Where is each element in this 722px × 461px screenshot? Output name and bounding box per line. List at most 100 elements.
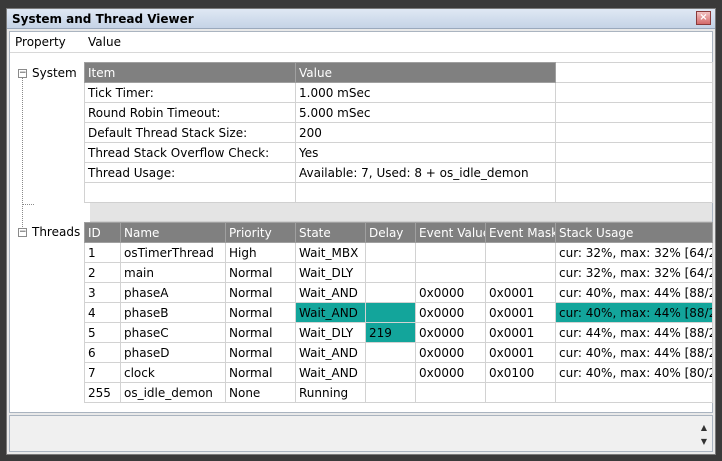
thread-name-cell: os_idle_demon <box>120 382 226 403</box>
thread-priority-cell: Normal <box>225 342 296 363</box>
thread-state-cell: Running <box>295 382 366 403</box>
thread-priority-cell: Normal <box>225 262 296 283</box>
thread-id-cell: 4 <box>84 302 121 323</box>
thread-delay-cell-highlighted <box>365 302 416 323</box>
thread-delay-cell-highlighted: 219 <box>365 322 416 343</box>
thread-priority-cell: Normal <box>225 362 296 383</box>
table-row[interactable]: 255 os_idle_demon None Running <box>84 382 713 403</box>
column-header: Property Value <box>10 32 712 53</box>
thread-name-cell: main <box>120 262 226 283</box>
table-row[interactable]: Round Robin Timeout: 5.000 mSec <box>84 102 713 123</box>
thread-name-cell: phaseD <box>120 342 226 363</box>
property-column-header[interactable]: Property <box>15 35 66 49</box>
system-col-value: Value <box>295 62 556 83</box>
system-value-cell: 1.000 mSec <box>295 82 556 103</box>
table-row[interactable]: 7 clock Normal Wait_AND 0x0000 0x0100 cu… <box>84 362 713 383</box>
thread-event-value-cell <box>415 382 486 403</box>
thread-event-mask-cell: 0x0001 <box>485 322 556 343</box>
thread-delay-cell <box>365 362 416 383</box>
thread-stack-usage-cell-highlighted: cur: 40%, max: 44% [88/200] <box>555 302 713 323</box>
thread-priority-cell: None <box>225 382 296 403</box>
thread-state-cell: Wait_AND <box>295 282 366 303</box>
thread-stack-usage-cell: cur: 40%, max: 44% [88/200] <box>555 282 713 303</box>
close-icon[interactable]: × <box>696 11 711 25</box>
thread-id-cell: 5 <box>84 322 121 343</box>
thread-stack-usage-cell: cur: 32%, max: 32% [64/200] <box>555 242 713 263</box>
empty-cell <box>555 82 713 103</box>
thread-priority-cell: Normal <box>225 322 296 343</box>
thread-id-cell: 2 <box>84 262 121 283</box>
thread-event-value-cell <box>415 242 486 263</box>
thread-event-mask-cell: 0x0001 <box>485 302 556 323</box>
table-row[interactable]: Thread Stack Overflow Check: Yes <box>84 142 713 163</box>
thread-stack-usage-cell <box>555 382 713 403</box>
system-item-cell: Thread Stack Overflow Check: <box>84 142 296 163</box>
threads-table: ID Name Priority State Delay Event Value… <box>84 222 713 403</box>
system-item-cell: Thread Usage: <box>84 162 296 183</box>
thread-stack-usage-cell: cur: 40%, max: 40% [80/200] <box>555 362 713 383</box>
system-item-cell: Tick Timer: <box>84 82 296 103</box>
thread-stack-usage-cell: cur: 32%, max: 32% [64/200] <box>555 262 713 283</box>
system-thread-viewer-window: System and Thread Viewer × Property Valu… <box>6 8 716 455</box>
thread-name-cell: phaseA <box>120 282 226 303</box>
threads-col-event-value: Event Value <box>415 222 486 243</box>
thread-id-cell: 1 <box>84 242 121 263</box>
empty-cell <box>555 102 713 123</box>
system-collapse-icon[interactable]: − <box>18 69 27 78</box>
table-row <box>84 182 713 203</box>
tree-connector-line <box>22 204 34 205</box>
thread-event-mask-cell: 0x0001 <box>485 342 556 363</box>
thread-name-cell: osTimerThread <box>120 242 226 263</box>
scroll-down-icon[interactable]: ▼ <box>699 436 709 448</box>
empty-cell <box>555 142 713 163</box>
thread-event-value-cell: 0x0000 <box>415 302 486 323</box>
thread-id-cell: 6 <box>84 342 121 363</box>
table-row[interactable]: Thread Usage: Available: 7, Used: 8 + os_… <box>84 162 713 183</box>
thread-event-mask-cell <box>485 382 556 403</box>
thread-priority-cell: Normal <box>225 302 296 323</box>
thread-event-value-cell: 0x0000 <box>415 322 486 343</box>
description-panel: ▲ ▼ <box>9 415 713 452</box>
empty-cell <box>555 122 713 143</box>
scroll-up-icon[interactable]: ▲ <box>699 422 709 434</box>
thread-priority-cell: Normal <box>225 282 296 303</box>
table-row[interactable]: Default Thread Stack Size: 200 <box>84 122 713 143</box>
thread-id-cell: 3 <box>84 282 121 303</box>
table-row[interactable]: 4 phaseB Normal Wait_AND 0x0000 0x0001 c… <box>84 302 713 323</box>
threads-collapse-icon[interactable]: − <box>18 228 27 237</box>
thread-delay-cell <box>365 262 416 283</box>
threads-col-stack-usage: Stack Usage <box>555 222 713 243</box>
window-background: System and Thread Viewer × Property Valu… <box>0 0 722 461</box>
empty-cell <box>555 182 713 203</box>
title-bar[interactable]: System and Thread Viewer × <box>7 9 715 29</box>
table-row[interactable]: 6 phaseD Normal Wait_AND 0x0000 0x0001 c… <box>84 342 713 363</box>
thread-name-cell: clock <box>120 362 226 383</box>
thread-event-value-cell: 0x0000 <box>415 282 486 303</box>
system-value-cell: Available: 7, Used: 8 + os_idle_demon <box>295 162 556 183</box>
value-column-header[interactable]: Value <box>88 35 121 49</box>
table-row[interactable]: 3 phaseA Normal Wait_AND 0x0000 0x0001 c… <box>84 282 713 303</box>
thread-stack-usage-cell: cur: 44%, max: 44% [88/200] <box>555 322 713 343</box>
system-node-label[interactable]: System <box>32 66 77 80</box>
threads-col-priority: Priority <box>225 222 296 243</box>
thread-id-cell: 7 <box>84 362 121 383</box>
thread-event-value-cell <box>415 262 486 283</box>
thread-id-cell: 255 <box>84 382 121 403</box>
thread-state-cell-highlighted: Wait_AND <box>295 302 366 323</box>
table-row[interactable]: 2 main Normal Wait_DLY cur: 32%, max: 32… <box>84 262 713 283</box>
system-item-cell: Default Thread Stack Size: <box>84 122 296 143</box>
threads-node-label[interactable]: Threads <box>32 225 80 239</box>
thread-name-cell: phaseC <box>120 322 226 343</box>
thread-event-value-cell: 0x0000 <box>415 362 486 383</box>
table-row[interactable]: Tick Timer: 1.000 mSec <box>84 82 713 103</box>
thread-delay-cell <box>365 282 416 303</box>
system-table-header: Item Value <box>84 62 713 83</box>
window-title: System and Thread Viewer <box>12 12 194 26</box>
threads-col-delay: Delay <box>365 222 416 243</box>
table-row[interactable]: 1 osTimerThread High Wait_MBX cur: 32%, … <box>84 242 713 263</box>
thread-event-value-cell: 0x0000 <box>415 342 486 363</box>
table-row[interactable]: 5 phaseC Normal Wait_DLY 219 0x0000 0x00… <box>84 322 713 343</box>
thread-state-cell: Wait_DLY <box>295 262 366 283</box>
system-value-cell: Yes <box>295 142 556 163</box>
section-separator <box>90 202 712 222</box>
